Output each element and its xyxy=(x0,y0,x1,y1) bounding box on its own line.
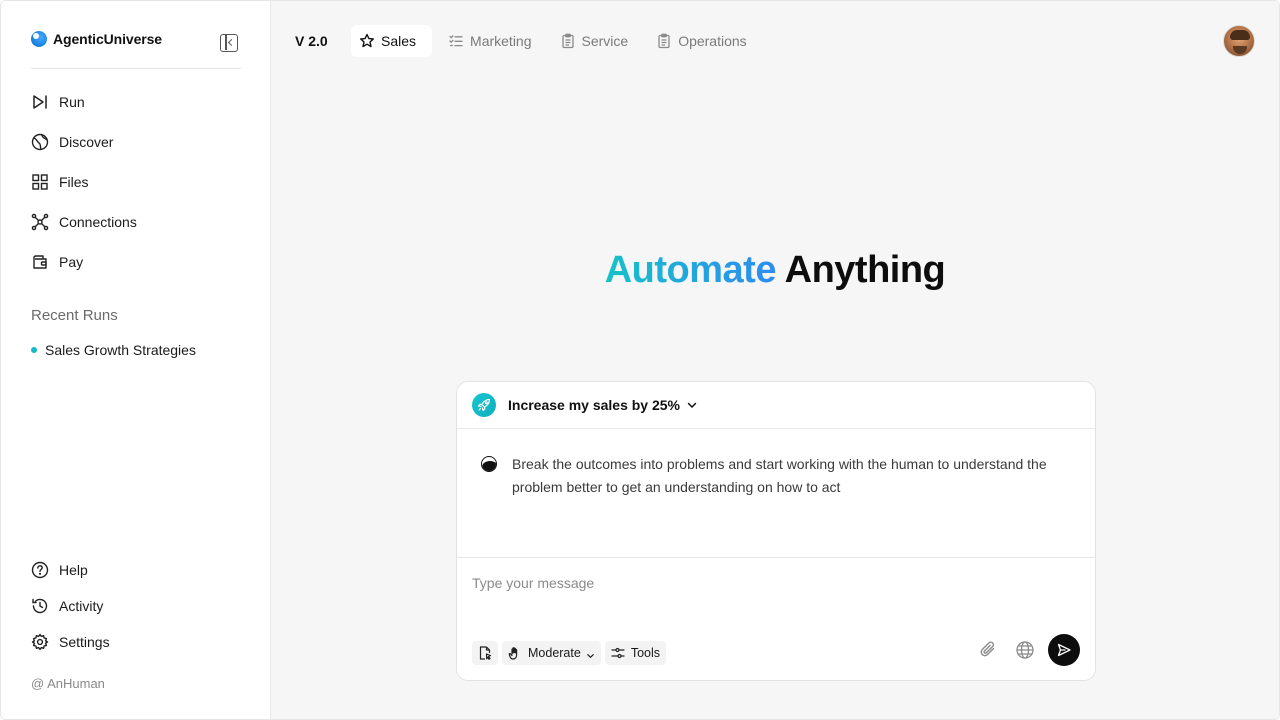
send-button[interactable] xyxy=(1048,634,1080,666)
hero-title-rest: Anything xyxy=(784,249,946,291)
user-handle[interactable]: @ AnHuman xyxy=(31,676,105,691)
tab-label: Marketing xyxy=(470,33,532,49)
file-pointer-icon xyxy=(478,646,492,660)
sidebar-item-label: Help xyxy=(59,562,88,578)
tab-label: Operations xyxy=(678,33,747,49)
hero-title-accent: Automate xyxy=(604,249,777,291)
sidebar-item-files[interactable]: Files xyxy=(31,169,251,195)
divider xyxy=(31,68,241,69)
agent-message: Break the outcomes into problems and sta… xyxy=(512,456,1047,495)
tab-sales[interactable]: Sales xyxy=(351,25,433,57)
sidebar-item-label: Connections xyxy=(59,214,137,230)
recent-run-item[interactable]: Sales Growth Strategies xyxy=(31,342,196,358)
checklist-icon xyxy=(448,33,464,49)
recent-run-label: Sales Growth Strategies xyxy=(45,342,196,358)
goal-header: Increase my sales by 25% xyxy=(457,382,1095,429)
grid-icon xyxy=(31,173,49,191)
tools-button[interactable]: Tools xyxy=(604,641,666,665)
app-window: AgenticUniverse Run Discover Files Conne… xyxy=(0,0,1280,720)
history-icon xyxy=(31,597,49,615)
chevron-down-icon xyxy=(586,649,595,658)
gear-icon xyxy=(31,633,49,651)
sidebar-item-activity[interactable]: Activity xyxy=(31,593,251,619)
brand[interactable]: AgenticUniverse xyxy=(31,31,162,47)
clipboard-icon xyxy=(656,33,672,49)
clipboard-icon xyxy=(560,33,576,49)
chat-card: Increase my sales by 25% Break the outco… xyxy=(456,381,1096,681)
chevron-down-icon[interactable] xyxy=(686,399,698,411)
run-icon xyxy=(31,93,49,111)
sidebar-item-label: Discover xyxy=(59,134,114,150)
agent-avatar-icon xyxy=(481,456,497,472)
web-search-globe-icon[interactable] xyxy=(1014,639,1036,661)
sliders-icon xyxy=(611,646,625,660)
wallet-icon xyxy=(31,253,49,271)
rocket-icon xyxy=(472,393,496,417)
composer-toolbar: Moderate Tools xyxy=(472,641,670,665)
mode-label: Moderate xyxy=(528,646,581,660)
agent-message-area: Break the outcomes into problems and sta… xyxy=(457,429,1095,558)
composer: Moderate Tools xyxy=(457,558,1095,680)
tab-label: Service xyxy=(581,33,629,49)
category-tabs: Sales Marketing Service Operations xyxy=(351,25,763,57)
tab-service[interactable]: Service xyxy=(548,25,641,57)
sidebar-item-settings[interactable]: Settings xyxy=(31,629,251,655)
recent-runs-title: Recent Runs xyxy=(31,307,118,324)
send-icon xyxy=(1057,643,1071,657)
sidebar-item-pay[interactable]: Pay xyxy=(31,249,251,275)
sidebar-collapse-icon[interactable] xyxy=(220,34,238,52)
version-label: V 2.0 xyxy=(295,33,328,49)
message-input[interactable] xyxy=(472,572,1072,594)
goal-selector[interactable]: Increase my sales by 25% xyxy=(508,397,680,413)
main-area: V 2.0 Sales Marketing Service Operations… xyxy=(271,1,1279,719)
sidebar-item-run[interactable]: Run xyxy=(31,89,251,115)
tab-label: Sales xyxy=(381,33,417,49)
file-action-button[interactable] xyxy=(472,641,498,665)
sidebar-item-discover[interactable]: Discover xyxy=(31,129,251,155)
brand-logo-icon xyxy=(31,31,47,47)
tab-marketing[interactable]: Marketing xyxy=(436,25,543,57)
sidebar-item-label: Pay xyxy=(59,254,84,270)
avatar[interactable] xyxy=(1223,25,1255,57)
sidebar-item-label: Activity xyxy=(59,598,104,614)
attach-paperclip-icon[interactable] xyxy=(978,639,1000,661)
sidebar-item-help[interactable]: Help xyxy=(31,557,251,583)
star-icon xyxy=(359,33,375,49)
topbar: V 2.0 Sales Marketing Service Operations xyxy=(271,25,1279,57)
recent-run-dot-icon xyxy=(31,347,37,353)
composer-actions xyxy=(964,634,1080,666)
sidebar-item-label: Settings xyxy=(59,634,110,650)
sidebar-nav: Run Discover Files Connections Pay xyxy=(31,89,251,289)
globe-icon xyxy=(31,133,49,151)
sidebar: AgenticUniverse Run Discover Files Conne… xyxy=(1,1,271,719)
sidebar-item-label: Run xyxy=(59,94,85,110)
tab-operations[interactable]: Operations xyxy=(644,25,758,57)
help-icon xyxy=(31,561,49,579)
sidebar-item-label: Files xyxy=(59,174,89,190)
sidebar-bottom-nav: Help Activity Settings xyxy=(31,557,251,665)
network-icon xyxy=(31,213,49,231)
tools-label: Tools xyxy=(630,646,660,660)
hand-icon xyxy=(508,646,522,660)
mode-select[interactable]: Moderate xyxy=(502,641,601,665)
brand-name: AgenticUniverse xyxy=(53,31,162,47)
sidebar-item-connections[interactable]: Connections xyxy=(31,209,251,235)
hero-title: Automate Anything xyxy=(271,249,1279,292)
